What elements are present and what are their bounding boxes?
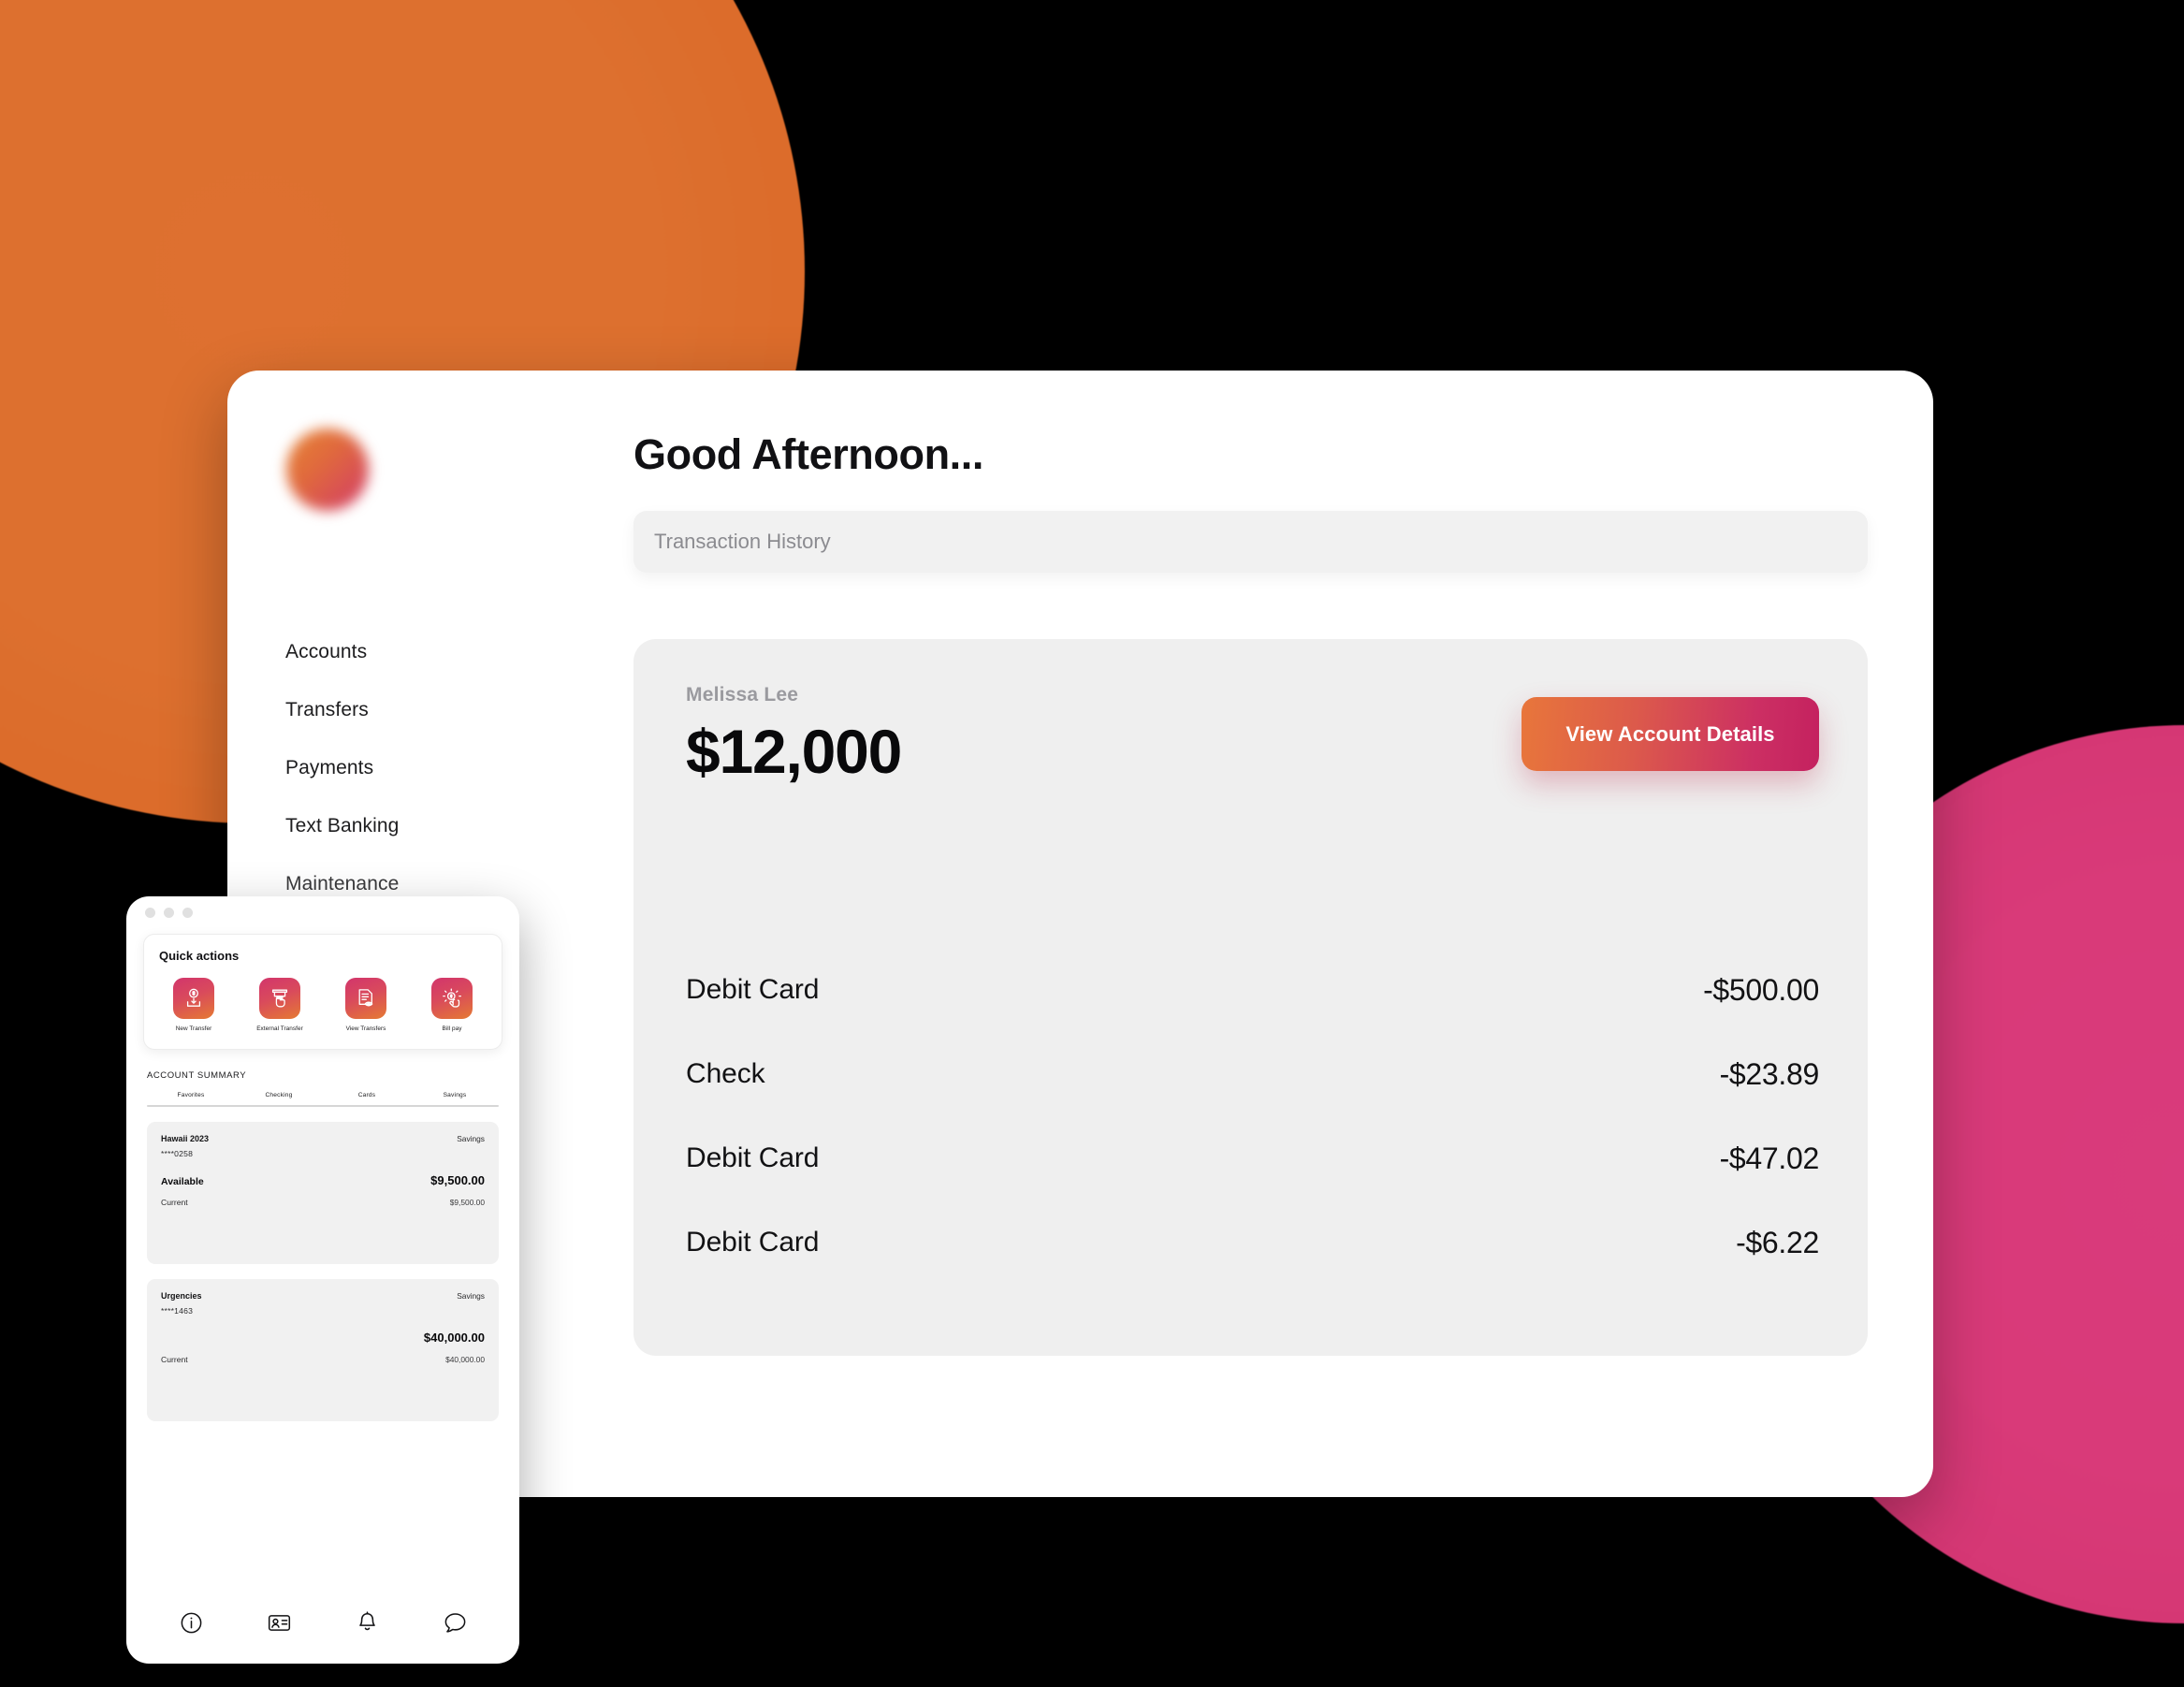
transaction-row[interactable]: Debit Card -$6.22 bbox=[686, 1200, 1819, 1285]
current-label: Current bbox=[161, 1355, 188, 1364]
quick-actions-grid: New Transfer External Transfer View Tran… bbox=[159, 978, 487, 1032]
account-type: Savings bbox=[457, 1134, 485, 1143]
transaction-amount: -$23.89 bbox=[1719, 1056, 1820, 1091]
tabs-divider bbox=[147, 1105, 499, 1107]
search-placeholder: Transaction History bbox=[654, 530, 831, 554]
quick-action-bill-pay[interactable]: Bill pay bbox=[417, 978, 487, 1032]
sidebar-item-label: Payments bbox=[285, 757, 374, 778]
tab-label: Favorites bbox=[177, 1092, 205, 1098]
tab-label: Cards bbox=[357, 1092, 376, 1098]
sidebar-item-label: Text Banking bbox=[285, 815, 400, 836]
quick-actions-card: Quick actions New Transfer External Tran… bbox=[143, 934, 502, 1050]
available-value: $9,500.00 bbox=[430, 1173, 485, 1187]
transaction-row[interactable]: Check -$23.89 bbox=[686, 1032, 1819, 1116]
transaction-amount: -$500.00 bbox=[1703, 972, 1819, 1007]
page-title: Good Afternoon... bbox=[633, 430, 983, 478]
sidebar-item-label: Transfers bbox=[285, 699, 369, 720]
screenshot-stage: Accounts Transfers Payments Text Banking… bbox=[0, 0, 2184, 1687]
current-value: $40,000.00 bbox=[445, 1355, 485, 1364]
bell-icon[interactable] bbox=[355, 1610, 380, 1636]
account-mask: ****1463 bbox=[161, 1306, 194, 1316]
brand-avatar bbox=[286, 429, 369, 511]
sidebar-item-payments[interactable]: Payments bbox=[227, 739, 588, 797]
transaction-label: Debit Card bbox=[686, 1142, 820, 1174]
search-input[interactable]: Transaction History bbox=[633, 511, 1868, 574]
tab-checking[interactable]: Checking bbox=[235, 1092, 323, 1105]
account-card[interactable]: Hawaii 2023 Savings ****0258 Available $… bbox=[147, 1122, 499, 1264]
tab-favorites[interactable]: Favorites bbox=[147, 1092, 235, 1105]
transaction-amount: -$6.22 bbox=[1736, 1225, 1819, 1259]
sidebar-item-label: Maintenance bbox=[285, 873, 400, 894]
quick-action-label: View Transfers bbox=[345, 1025, 386, 1032]
chat-bubble-icon[interactable] bbox=[443, 1610, 468, 1636]
document-eye-icon bbox=[345, 978, 386, 1019]
tab-label: Savings bbox=[443, 1092, 467, 1098]
quick-action-label: External Transfer bbox=[256, 1025, 303, 1032]
transaction-label: Debit Card bbox=[686, 1227, 820, 1258]
tab-cards[interactable]: Cards bbox=[323, 1092, 411, 1105]
account-mask: ****0258 bbox=[161, 1149, 194, 1158]
sidebar-item-label: Accounts bbox=[285, 641, 368, 662]
available-value: $40,000.00 bbox=[423, 1331, 485, 1345]
money-download-icon bbox=[173, 978, 214, 1019]
transaction-row[interactable]: Debit Card -$500.00 bbox=[686, 948, 1819, 1032]
account-card[interactable]: Urgencies Savings ****1463 $40,000.00 Cu… bbox=[147, 1279, 499, 1421]
current-label: Current bbox=[161, 1198, 188, 1207]
account-name: Urgencies bbox=[161, 1291, 202, 1301]
info-icon[interactable] bbox=[179, 1610, 204, 1636]
sidebar-item-transfers[interactable]: Transfers bbox=[227, 681, 588, 739]
mobile-banking-window: Quick actions New Transfer External Tran… bbox=[126, 896, 519, 1664]
account-name: Hawaii 2023 bbox=[161, 1134, 210, 1143]
current-value: $9,500.00 bbox=[449, 1198, 485, 1207]
sidebar-nav: Accounts Transfers Payments Text Banking… bbox=[227, 623, 588, 913]
transaction-label: Debit Card bbox=[686, 974, 820, 1006]
close-icon[interactable] bbox=[145, 907, 155, 918]
minimize-icon[interactable] bbox=[164, 907, 174, 918]
sidebar-item-text-banking[interactable]: Text Banking bbox=[227, 797, 588, 855]
tab-label: Checking bbox=[265, 1092, 293, 1098]
mobile-bottom-nav bbox=[126, 1610, 519, 1636]
account-overview-panel: Melissa Lee $12,000 View Account Details… bbox=[633, 639, 1868, 1357]
contact-card-icon[interactable] bbox=[267, 1610, 292, 1636]
transaction-list: Debit Card -$500.00 Check -$23.89 Debit … bbox=[686, 948, 1819, 1285]
transaction-row[interactable]: Debit Card -$47.02 bbox=[686, 1116, 1819, 1200]
window-titlebar bbox=[126, 896, 519, 928]
quick-actions-title: Quick actions bbox=[159, 949, 240, 963]
quick-action-new-transfer[interactable]: New Transfer bbox=[159, 978, 228, 1032]
available-label: Available bbox=[161, 1176, 204, 1187]
account-summary-tabs: Favorites Checking Cards Savings bbox=[147, 1092, 499, 1105]
account-type: Savings bbox=[457, 1291, 485, 1301]
quick-action-label: New Transfer bbox=[175, 1025, 212, 1032]
transaction-label: Check bbox=[686, 1058, 765, 1090]
quick-action-label: Bill pay bbox=[442, 1025, 462, 1032]
atm-hand-icon bbox=[259, 978, 300, 1019]
quick-action-external-transfer[interactable]: External Transfer bbox=[245, 978, 314, 1032]
account-summary-heading: ACCOUNT SUMMARY bbox=[147, 1070, 247, 1081]
view-account-details-button[interactable]: View Account Details bbox=[1522, 697, 1819, 772]
transaction-amount: -$47.02 bbox=[1719, 1141, 1820, 1175]
maximize-icon[interactable] bbox=[182, 907, 193, 918]
quick-action-view-transfers[interactable]: View Transfers bbox=[331, 978, 400, 1032]
tap-to-pay-icon bbox=[431, 978, 473, 1019]
main-content: Good Afternoon... Transaction History Me… bbox=[588, 371, 1933, 1497]
tab-savings[interactable]: Savings bbox=[411, 1092, 499, 1105]
sidebar-item-accounts[interactable]: Accounts bbox=[227, 623, 588, 681]
